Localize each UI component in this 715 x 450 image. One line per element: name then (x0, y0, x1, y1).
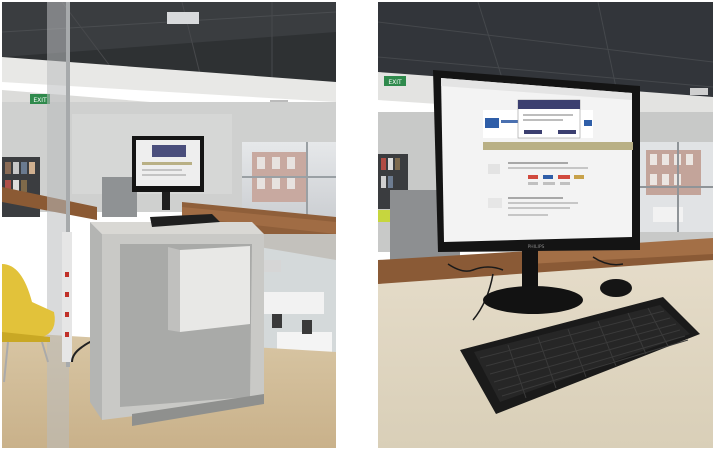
screen-banner (483, 142, 633, 150)
privacy-panel (102, 177, 137, 217)
kiosk-cabinet (180, 246, 250, 332)
monitor-stand (522, 250, 538, 292)
kiosk-overview-scene: EXIT (2, 2, 336, 448)
monitor-base (483, 286, 583, 314)
exit-sign-text: EXIT (388, 79, 402, 86)
kiosk-closeup-scene: EXIT PHILIPS (378, 2, 713, 448)
mouse (600, 279, 632, 297)
photo-kiosk-overview: EXIT (2, 2, 336, 448)
yellow-chair (2, 264, 55, 337)
exit-sign-text: EXIT (33, 97, 47, 104)
photo-kiosk-closeup: EXIT PHILIPS (378, 2, 713, 448)
glass-partition (47, 2, 69, 448)
ceiling-vent (167, 12, 199, 24)
monitor-brand-label: PHILIPS (528, 244, 545, 250)
